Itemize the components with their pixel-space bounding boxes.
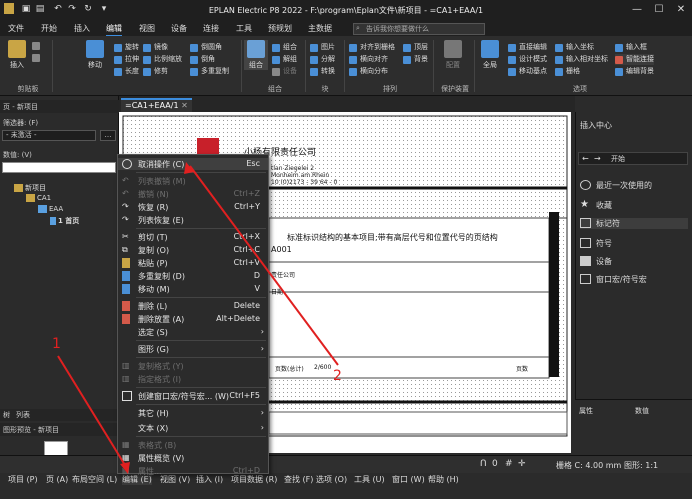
annotation-label-2: 2 xyxy=(333,368,342,384)
annotation-arrow-1 xyxy=(57,355,129,471)
annotation-label-1: 1 xyxy=(52,336,61,352)
annotation-arrowhead-1 xyxy=(120,462,130,474)
annotation-overlay xyxy=(57,162,339,474)
annotation-arrow-2 xyxy=(189,165,339,366)
